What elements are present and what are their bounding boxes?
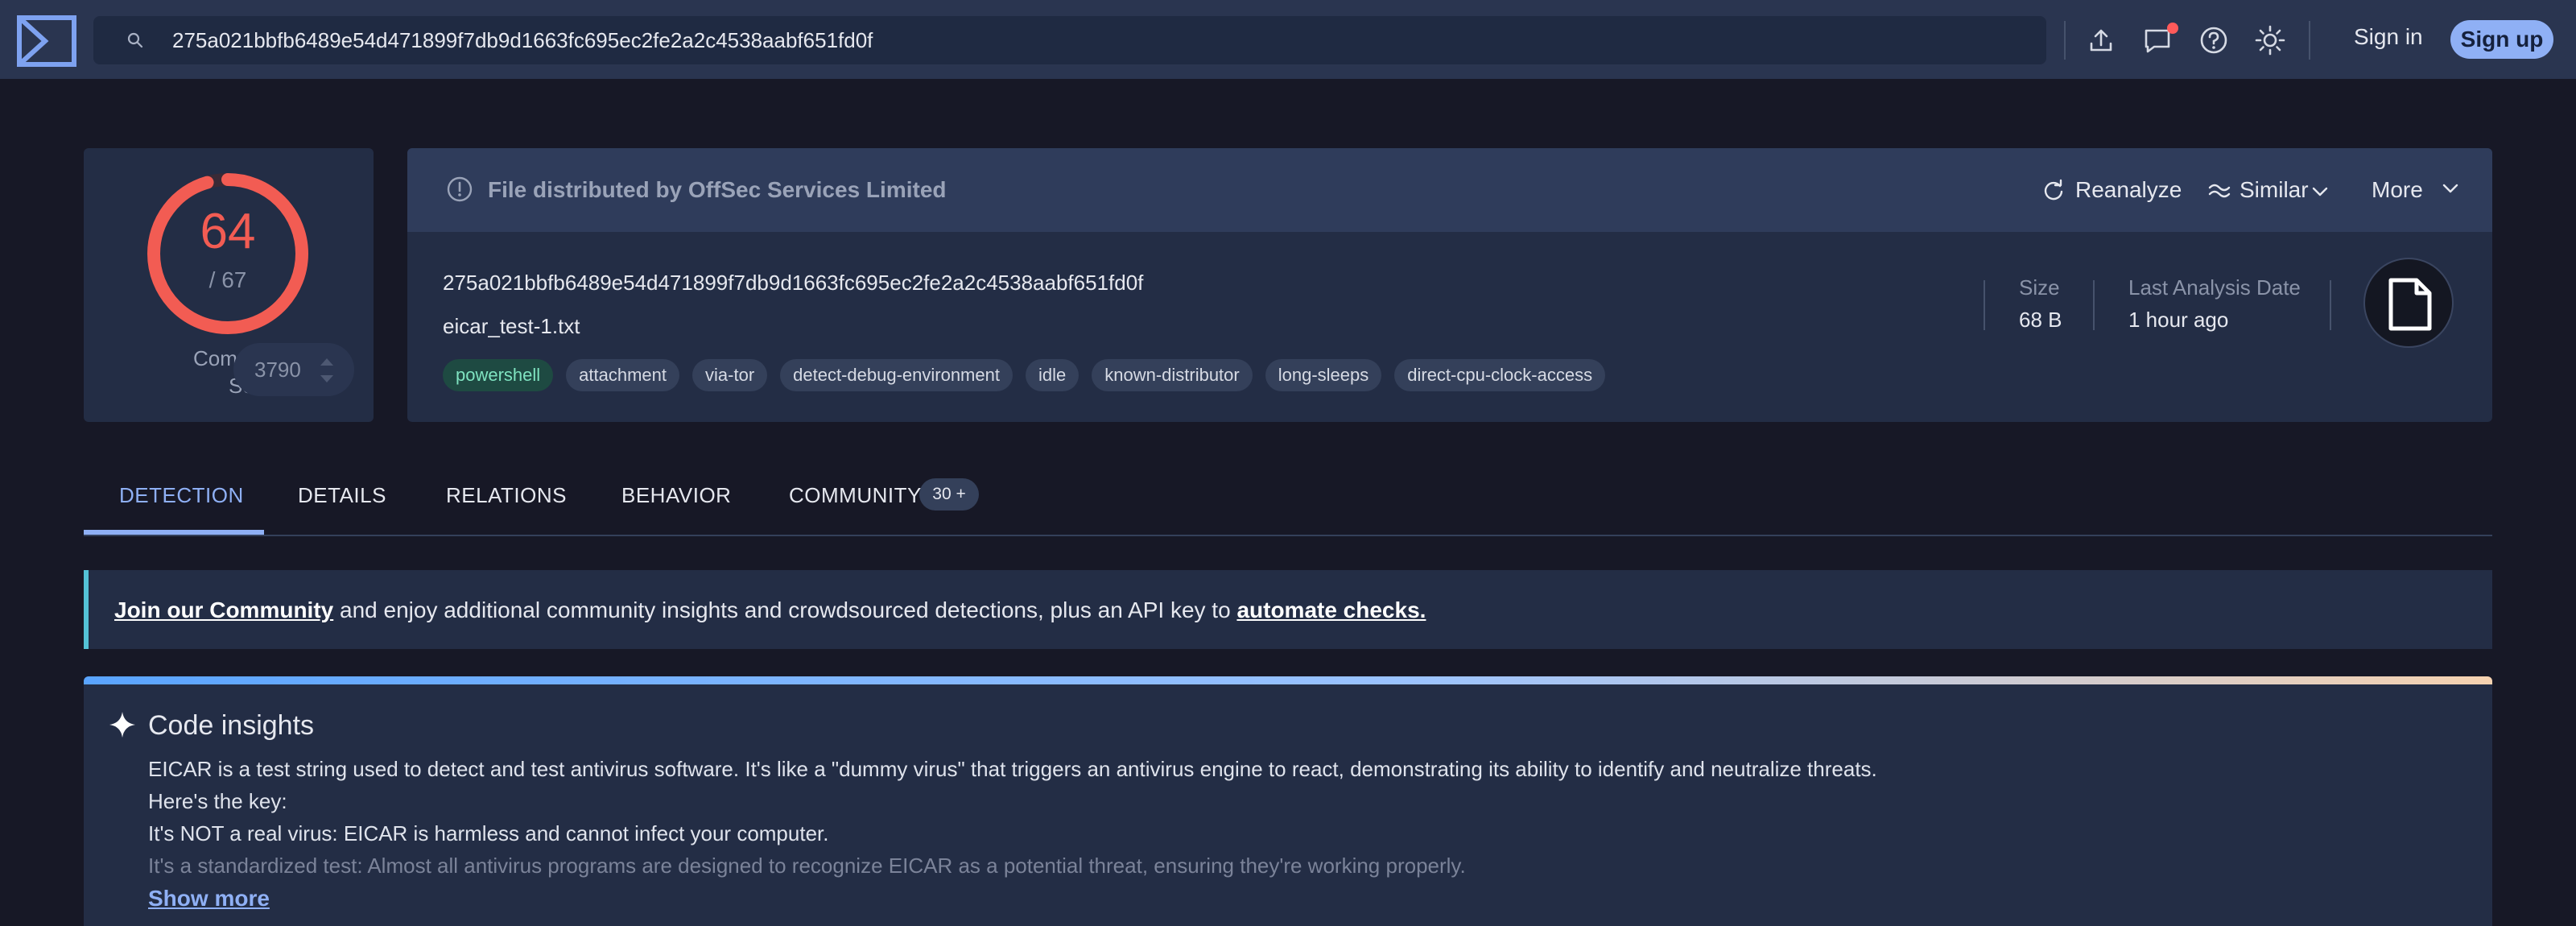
show-more-link[interactable]: Show more	[148, 886, 270, 912]
similar-button[interactable]: Similar	[2240, 177, 2309, 203]
gradient-bar	[84, 676, 2492, 684]
sign-in-link[interactable]: Sign in	[2354, 24, 2423, 50]
tag-list: powershell attachment via-tor detect-deb…	[443, 359, 1606, 391]
tag-known-distributor[interactable]: known-distributor	[1092, 359, 1253, 391]
tab-detection[interactable]: DETECTION	[119, 483, 244, 508]
upload-icon[interactable]	[2085, 24, 2117, 56]
notification-dot	[2167, 23, 2178, 34]
automate-checks-link[interactable]: automate checks.	[1236, 597, 1426, 622]
vote-arrows-icon[interactable]	[317, 354, 336, 387]
join-community-link[interactable]: Join our Community	[114, 597, 333, 622]
divider	[2330, 280, 2331, 330]
size-label: Size	[2019, 275, 2060, 300]
help-icon[interactable]	[2198, 24, 2230, 56]
insight-line: It's a standardized test: Almost all ant…	[148, 854, 1466, 878]
info-icon	[447, 176, 473, 202]
file-panel-header: File distributed by OffSec Services Limi…	[407, 148, 2492, 232]
search-bar[interactable]	[93, 16, 2046, 64]
community-score-value: 3790	[254, 358, 301, 382]
section-tabs: DETECTION DETAILS RELATIONS BEHAVIOR COM…	[84, 464, 2492, 536]
divider	[2093, 280, 2095, 330]
tag-detect-debug-environment[interactable]: detect-debug-environment	[780, 359, 1013, 391]
divider	[1984, 280, 1985, 330]
reanalyze-button[interactable]: Reanalyze	[2075, 177, 2182, 203]
distributor-notice: File distributed by OffSec Services Limi…	[488, 177, 947, 202]
file-icon	[2388, 278, 2432, 331]
banner-middle-text: and enjoy additional community insights …	[333, 597, 1237, 622]
file-hash[interactable]: 275a021bbfb6489e54d471899f7db9d1663fc695…	[443, 271, 1143, 296]
insight-line: It's NOT a real virus: EICAR is harmless…	[148, 821, 829, 845]
file-summary-panel: File distributed by OffSec Services Limi…	[407, 148, 2492, 422]
size-value: 68 B	[2019, 308, 2062, 332]
last-analysis-label: Last Analysis Date	[2128, 275, 2301, 300]
sparkle-icon	[109, 712, 135, 738]
search-input[interactable]	[172, 16, 2024, 64]
code-insights-title: Code insights	[148, 710, 315, 741]
code-insights-card: Code insights EICAR is a test string use…	[84, 676, 2492, 926]
file-type-avatar	[2363, 258, 2454, 348]
tag-powershell[interactable]: powershell	[443, 359, 554, 391]
file-name: eicar_test-1.txt	[443, 314, 580, 338]
detection-score-card: 64 / 67 Community Score 3790	[84, 148, 374, 422]
chevron-down-icon[interactable]	[2310, 182, 2330, 201]
virustotal-logo-icon[interactable]	[16, 14, 77, 68]
top-navbar: Sign in Sign up	[0, 0, 2576, 79]
tag-idle[interactable]: idle	[1025, 359, 1080, 391]
tab-details[interactable]: DETAILS	[298, 483, 386, 508]
detection-total: / 67	[208, 267, 247, 292]
last-analysis-value: 1 hour ago	[2128, 308, 2229, 332]
tag-direct-cpu-clock-access[interactable]: direct-cpu-clock-access	[1394, 359, 1606, 391]
tab-community[interactable]: COMMUNITY	[789, 483, 922, 508]
divider	[2309, 21, 2310, 60]
tag-long-sleeps[interactable]: long-sleeps	[1265, 359, 1382, 391]
tag-via-tor[interactable]: via-tor	[692, 359, 768, 391]
banner-text: Join our Community and enjoy additional …	[114, 597, 1426, 623]
reanalyze-icon[interactable]	[2041, 179, 2066, 203]
similar-icon[interactable]	[2207, 179, 2231, 203]
tab-relations[interactable]: RELATIONS	[446, 483, 567, 508]
divider	[2064, 21, 2066, 60]
chevron-down-icon[interactable]	[2441, 179, 2460, 198]
detection-count: 64	[200, 204, 256, 259]
search-icon	[127, 32, 143, 48]
more-button[interactable]: More	[2372, 177, 2423, 203]
community-banner: Join our Community and enjoy additional …	[84, 570, 2492, 649]
sign-up-button[interactable]: Sign up	[2450, 20, 2553, 59]
insight-line: Here's the key:	[148, 789, 287, 813]
tab-behavior[interactable]: BEHAVIOR	[621, 483, 731, 508]
tag-attachment[interactable]: attachment	[566, 359, 680, 391]
community-count-badge: 30 +	[919, 478, 979, 511]
community-score-stepper[interactable]: 3790	[233, 343, 354, 396]
active-tab-indicator	[84, 530, 264, 535]
theme-sun-icon[interactable]	[2254, 24, 2286, 56]
insight-line: EICAR is a test string used to detect an…	[148, 757, 1877, 781]
